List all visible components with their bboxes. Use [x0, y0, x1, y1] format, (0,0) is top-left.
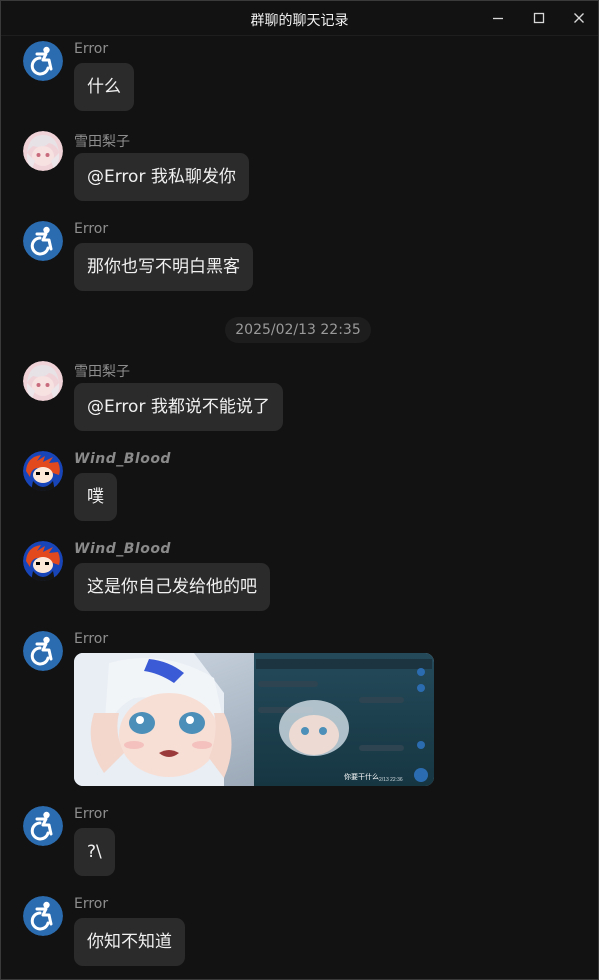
message-bubble[interactable]: ?\: [74, 828, 115, 876]
message-bubble[interactable]: 什么: [74, 63, 134, 111]
maximize-icon: [533, 12, 545, 24]
embedded-caption: 你要干什么: [344, 772, 379, 781]
red-hair-character-icon: [23, 541, 63, 581]
wheelchair-icon: [23, 806, 63, 846]
sender-name: 雪田梨子: [74, 134, 130, 150]
message-bubble[interactable]: 那你也写不明白黑客: [74, 243, 253, 291]
wheelchair-avatar[interactable]: [23, 41, 63, 81]
wheelchair-icon: [23, 41, 63, 81]
sender-name: 雪田梨子: [74, 364, 130, 380]
sender-name: Error: [74, 806, 109, 822]
wheelchair-avatar[interactable]: [23, 631, 63, 671]
red-hair-character-avatar[interactable]: [23, 451, 63, 491]
chat-history-window: 群聊的聊天记录 Error 什么 雪田梨子 @Error 我私聊发你 Error…: [0, 0, 599, 980]
title-bar: 群聊的聊天记录: [1, 1, 598, 36]
shared-screenshot-image[interactable]: 你要干什么 2/13 22:36: [74, 653, 434, 786]
anime-girl-icon: [23, 361, 63, 401]
minimize-icon: [493, 17, 503, 20]
anime-girl-avatar[interactable]: [23, 131, 63, 171]
wheelchair-avatar[interactable]: [23, 806, 63, 846]
wheelchair-icon: [23, 221, 63, 261]
wheelchair-icon: [23, 896, 63, 936]
message-bubble[interactable]: 这是你自己发给他的吧: [74, 563, 270, 611]
anime-girl-icon: [23, 131, 63, 171]
message-bubble[interactable]: @Error 我私聊发你: [74, 153, 249, 201]
sender-name: Error: [74, 896, 109, 912]
wheelchair-avatar[interactable]: [23, 221, 63, 261]
maximize-button[interactable]: [526, 7, 552, 29]
message-bubble[interactable]: 你知不知道: [74, 918, 185, 966]
close-icon: [574, 13, 584, 23]
anime-girl-avatar[interactable]: [23, 361, 63, 401]
message-bubble[interactable]: @Error 我都说不能说了: [74, 383, 283, 431]
anime-screenshot-illustration: 你要干什么 2/13 22:36: [74, 653, 434, 786]
minimize-button[interactable]: [485, 7, 511, 29]
sender-name: Wind_Blood: [74, 541, 171, 557]
wheelchair-avatar[interactable]: [23, 896, 63, 936]
sender-name: Error: [74, 221, 109, 237]
timestamp-divider: 2025/02/13 22:35: [225, 317, 371, 343]
wheelchair-icon: [23, 631, 63, 671]
embedded-time: 2/13 22:36: [379, 777, 403, 783]
red-hair-character-avatar[interactable]: [23, 541, 63, 581]
sender-name: Wind_Blood: [74, 451, 171, 467]
message-bubble[interactable]: 噗: [74, 473, 117, 521]
sender-name: Error: [74, 631, 109, 647]
red-hair-character-icon: [23, 451, 63, 491]
sender-name: Error: [74, 41, 109, 57]
close-button[interactable]: [566, 7, 592, 29]
